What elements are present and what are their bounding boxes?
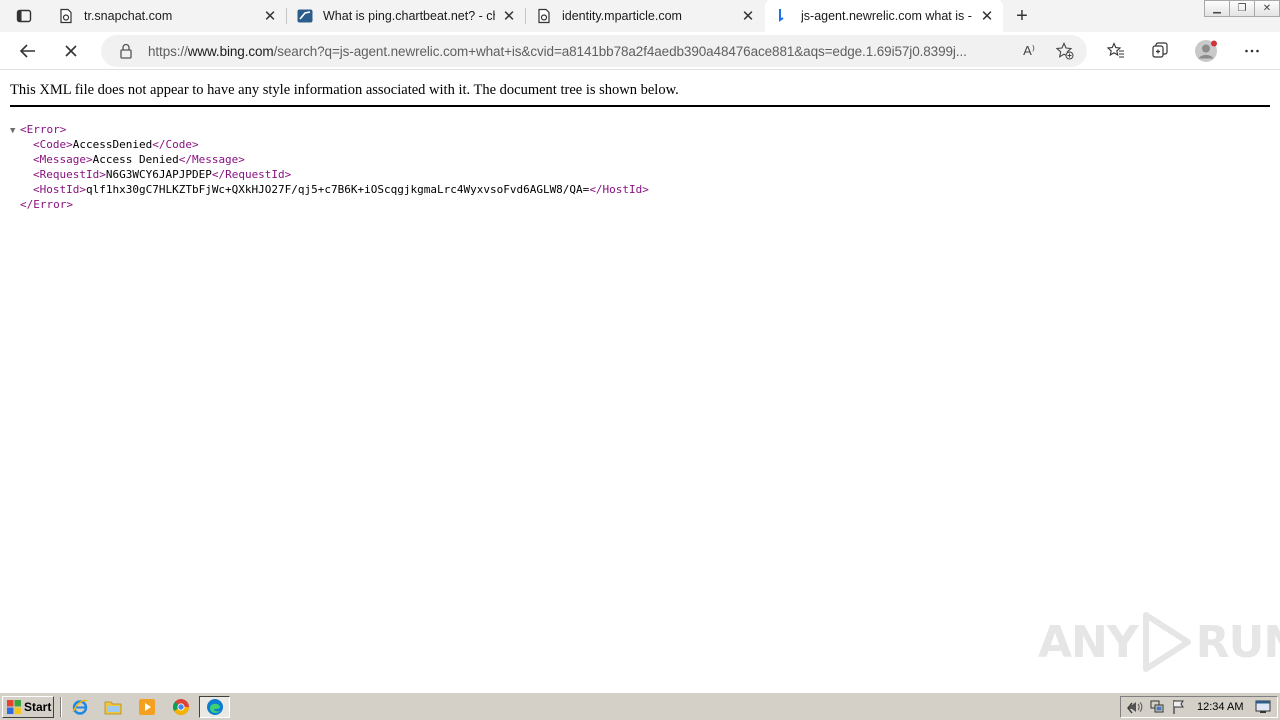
browser-toolbar: https://www.bing.com/search?q=js-agent.n… <box>0 32 1280 70</box>
action-center-flag-icon[interactable] <box>1171 699 1187 715</box>
minimize-button[interactable]: ▁ <box>1204 0 1230 17</box>
collections-icon <box>1152 42 1168 58</box>
favorites-button[interactable] <box>1102 37 1130 65</box>
back-arrow-icon <box>19 44 35 58</box>
xml-value: Access Denied <box>92 153 179 166</box>
url-path: /search?q=js-agent.newrelic.com+what+is&… <box>273 43 967 59</box>
xml-tag: </Code> <box>152 138 199 151</box>
play-icon <box>1142 612 1191 672</box>
tab-title: What is ping.chartbeat.net? - cha <box>323 9 495 23</box>
tab-strip: tr.snapchat.com ✕ What is ping.chartbeat… <box>0 0 1280 32</box>
xml-tag: <Code> <box>33 138 73 151</box>
clock[interactable]: 12:34 AM <box>1197 701 1243 713</box>
address-bar[interactable]: https://www.bing.com/search?q=js-agent.n… <box>101 35 1087 67</box>
volume-icon[interactable] <box>1127 699 1143 715</box>
tab-mparticle[interactable]: identity.mparticle.com ✕ <box>526 0 764 32</box>
more-options-icon <box>1245 49 1259 53</box>
url-host: www.bing.com <box>187 43 274 59</box>
collections-button[interactable] <box>1146 37 1174 65</box>
url-scheme: https:// <box>148 43 188 59</box>
edge-taskbar-button[interactable] <box>199 696 230 718</box>
close-icon[interactable]: ✕ <box>262 8 278 25</box>
xml-document-tree: ▼ <Error> <Code>AccessDenied</Code> <Mess… <box>10 122 649 212</box>
profile-button[interactable] <box>1192 37 1220 65</box>
restore-button[interactable]: ❐ <box>1229 0 1255 17</box>
back-button[interactable] <box>14 37 42 65</box>
show-desktop-icon[interactable] <box>1255 699 1271 715</box>
xml-tag: <RequestId> <box>33 168 106 181</box>
plus-icon: + <box>1016 4 1028 27</box>
internet-explorer-icon[interactable] <box>71 698 89 716</box>
tab-title: js-agent.newrelic.com what is - S <box>801 9 973 23</box>
avatar-icon <box>1195 40 1217 62</box>
file-explorer-icon[interactable] <box>104 698 122 716</box>
xml-element-line: <Message>Access Denied</Message> <box>10 152 649 167</box>
close-icon[interactable]: ✕ <box>501 8 517 25</box>
window-controls: ▁ ❐ ✕ <box>1204 0 1280 18</box>
xml-tag: </Message> <box>178 153 245 166</box>
tab-actions-button[interactable] <box>8 4 40 28</box>
xml-tag: <HostId> <box>33 183 86 196</box>
new-tab-button[interactable]: + <box>1010 4 1034 28</box>
system-tray: 12:34 AM <box>1120 696 1278 718</box>
minimize-icon: ▁ <box>1213 3 1221 14</box>
stop-loading-button[interactable] <box>57 37 85 65</box>
start-label: Start <box>24 700 52 714</box>
xml-value: qlf1hx30gC7HLKZTbFjWc+QXkHJO27F/qj5+c7B6… <box>85 183 590 196</box>
favorites-icon <box>1107 42 1124 58</box>
edge-icon <box>206 699 223 715</box>
windows-logo-icon <box>7 700 21 714</box>
media-player-icon[interactable] <box>138 698 156 716</box>
taskbar: Start 12:34 AM <box>0 692 1280 720</box>
xml-value: N6G3WCY6JAPJPDEP <box>105 168 212 181</box>
close-icon[interactable]: ✕ <box>740 8 756 25</box>
document-icon <box>58 8 74 24</box>
close-icon[interactable]: ✕ <box>979 8 995 25</box>
xml-value: AccessDenied <box>72 138 153 151</box>
url-text[interactable]: https://www.bing.com/search?q=js-agent.n… <box>148 44 1010 59</box>
xml-element-line: <RequestId>N6G3WCY6JAPJPDEP</RequestId> <box>10 167 649 182</box>
taskbar-divider <box>60 697 62 717</box>
watermark-left-text: ANY <box>1038 616 1139 668</box>
bing-icon <box>775 8 791 24</box>
network-icon[interactable] <box>1149 699 1165 715</box>
restore-icon: ❐ <box>1237 3 1247 14</box>
settings-menu-button[interactable] <box>1238 37 1266 65</box>
browser-window: tr.snapchat.com ✕ What is ping.chartbeat… <box>0 0 1280 720</box>
read-aloud-icon[interactable]: A⁾ <box>1019 41 1039 61</box>
tab-snapchat[interactable]: tr.snapchat.com ✕ <box>48 0 286 32</box>
tab-title: identity.mparticle.com <box>562 9 682 23</box>
divider <box>10 105 1270 107</box>
tab-title: tr.snapchat.com <box>84 9 173 23</box>
lock-icon[interactable] <box>118 43 134 59</box>
page-content: This XML file does not appear to have an… <box>0 71 1280 692</box>
anyrun-watermark: ANY RUN <box>1038 611 1280 673</box>
document-icon <box>536 8 552 24</box>
tab-chartbeat[interactable]: What is ping.chartbeat.net? - cha ✕ <box>287 0 525 32</box>
xml-root-close-line: </Error> <box>10 197 649 212</box>
xml-tag: <Message> <box>33 153 93 166</box>
close-icon: ✕ <box>1262 3 1272 14</box>
chrome-icon[interactable] <box>172 698 190 716</box>
xml-element-line: <HostId>qlf1hx30gC7HLKZTbFjWc+QXkHJO27F/… <box>10 182 649 197</box>
xml-info-message: This XML file does not appear to have an… <box>10 82 679 98</box>
xml-tag: </RequestId> <box>211 168 292 181</box>
xml-tag: <Error> <box>20 123 67 136</box>
tab-actions-icon <box>16 9 32 23</box>
watermark-right-text: RUN <box>1195 616 1280 668</box>
xml-root-open-line: ▼ <Error> <box>10 122 649 137</box>
tab-bing-active[interactable]: js-agent.newrelic.com what is - S ✕ <box>765 0 1003 32</box>
xml-tag: </HostId> <box>589 183 649 196</box>
add-favorite-icon[interactable] <box>1055 41 1075 61</box>
start-button[interactable]: Start <box>2 696 54 718</box>
xml-element-line: <Code>AccessDenied</Code> <box>10 137 649 152</box>
close-icon <box>65 45 77 57</box>
xml-tag: </Error> <box>20 198 73 211</box>
chartbeat-icon <box>297 8 313 24</box>
close-window-button[interactable]: ✕ <box>1254 0 1280 17</box>
